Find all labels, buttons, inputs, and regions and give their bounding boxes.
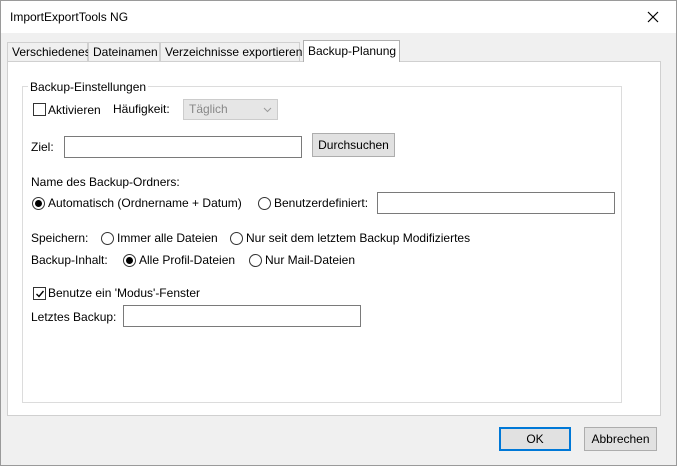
cancel-button[interactable]: Abbrechen [584, 427, 657, 451]
chevron-down-icon [263, 107, 272, 113]
frequency-label: Häufigkeit: [113, 102, 170, 116]
target-input[interactable] [64, 136, 302, 158]
close-icon [647, 11, 659, 23]
save-modified-label: Nur seit dem letztem Backup Modifizierte… [246, 231, 471, 245]
content-all-radio[interactable] [123, 254, 136, 267]
tab-verzeichnisse-exportieren[interactable]: Verzeichnisse exportieren [160, 42, 302, 61]
last-backup-input[interactable] [123, 305, 361, 327]
tab-verschiedenes[interactable]: Verschiedenes [7, 42, 91, 61]
folder-auto-radio[interactable] [32, 197, 45, 210]
folder-name-label: Name des Backup-Ordners: [31, 175, 180, 189]
tab-dateinamen[interactable]: Dateinamen [88, 42, 160, 61]
activate-label: Aktivieren [48, 103, 101, 117]
frequency-value: Täglich [189, 102, 228, 116]
target-label: Ziel: [31, 140, 54, 154]
browse-button[interactable]: Durchsuchen [312, 133, 395, 157]
folder-custom-label: Benutzerdefiniert: [274, 196, 369, 210]
close-button[interactable] [630, 1, 676, 33]
content-mail-label: Nur Mail-Dateien [265, 253, 356, 267]
checkmark-icon [36, 290, 45, 298]
folder-custom-input[interactable] [377, 192, 615, 214]
save-modified-radio[interactable] [230, 232, 243, 245]
modal-window-checkbox[interactable] [33, 287, 46, 300]
save-all-label: Immer alle Dateien [117, 231, 218, 245]
tab-backup-planung[interactable]: Backup-Planung [303, 40, 400, 62]
title-bar: ImportExportTools NG [1, 1, 676, 33]
save-label: Speichern: [31, 231, 89, 245]
content-all-label: Alle Profil-Dateien [139, 253, 236, 267]
folder-custom-radio[interactable] [258, 197, 271, 210]
group-label: Backup-Einstellungen [28, 80, 149, 94]
content-label: Backup-Inhalt: [31, 253, 108, 267]
window-title: ImportExportTools NG [10, 10, 129, 24]
last-backup-label: Letztes Backup: [31, 310, 117, 324]
ok-button[interactable]: OK [499, 427, 571, 451]
folder-auto-label: Automatisch (Ordnername + Datum) [48, 196, 242, 210]
content-mail-radio[interactable] [249, 254, 262, 267]
frequency-select[interactable]: Täglich [183, 99, 278, 120]
activate-checkbox[interactable] [33, 103, 46, 116]
modal-window-label: Benutze ein 'Modus'-Fenster [48, 286, 200, 300]
save-all-radio[interactable] [101, 232, 114, 245]
